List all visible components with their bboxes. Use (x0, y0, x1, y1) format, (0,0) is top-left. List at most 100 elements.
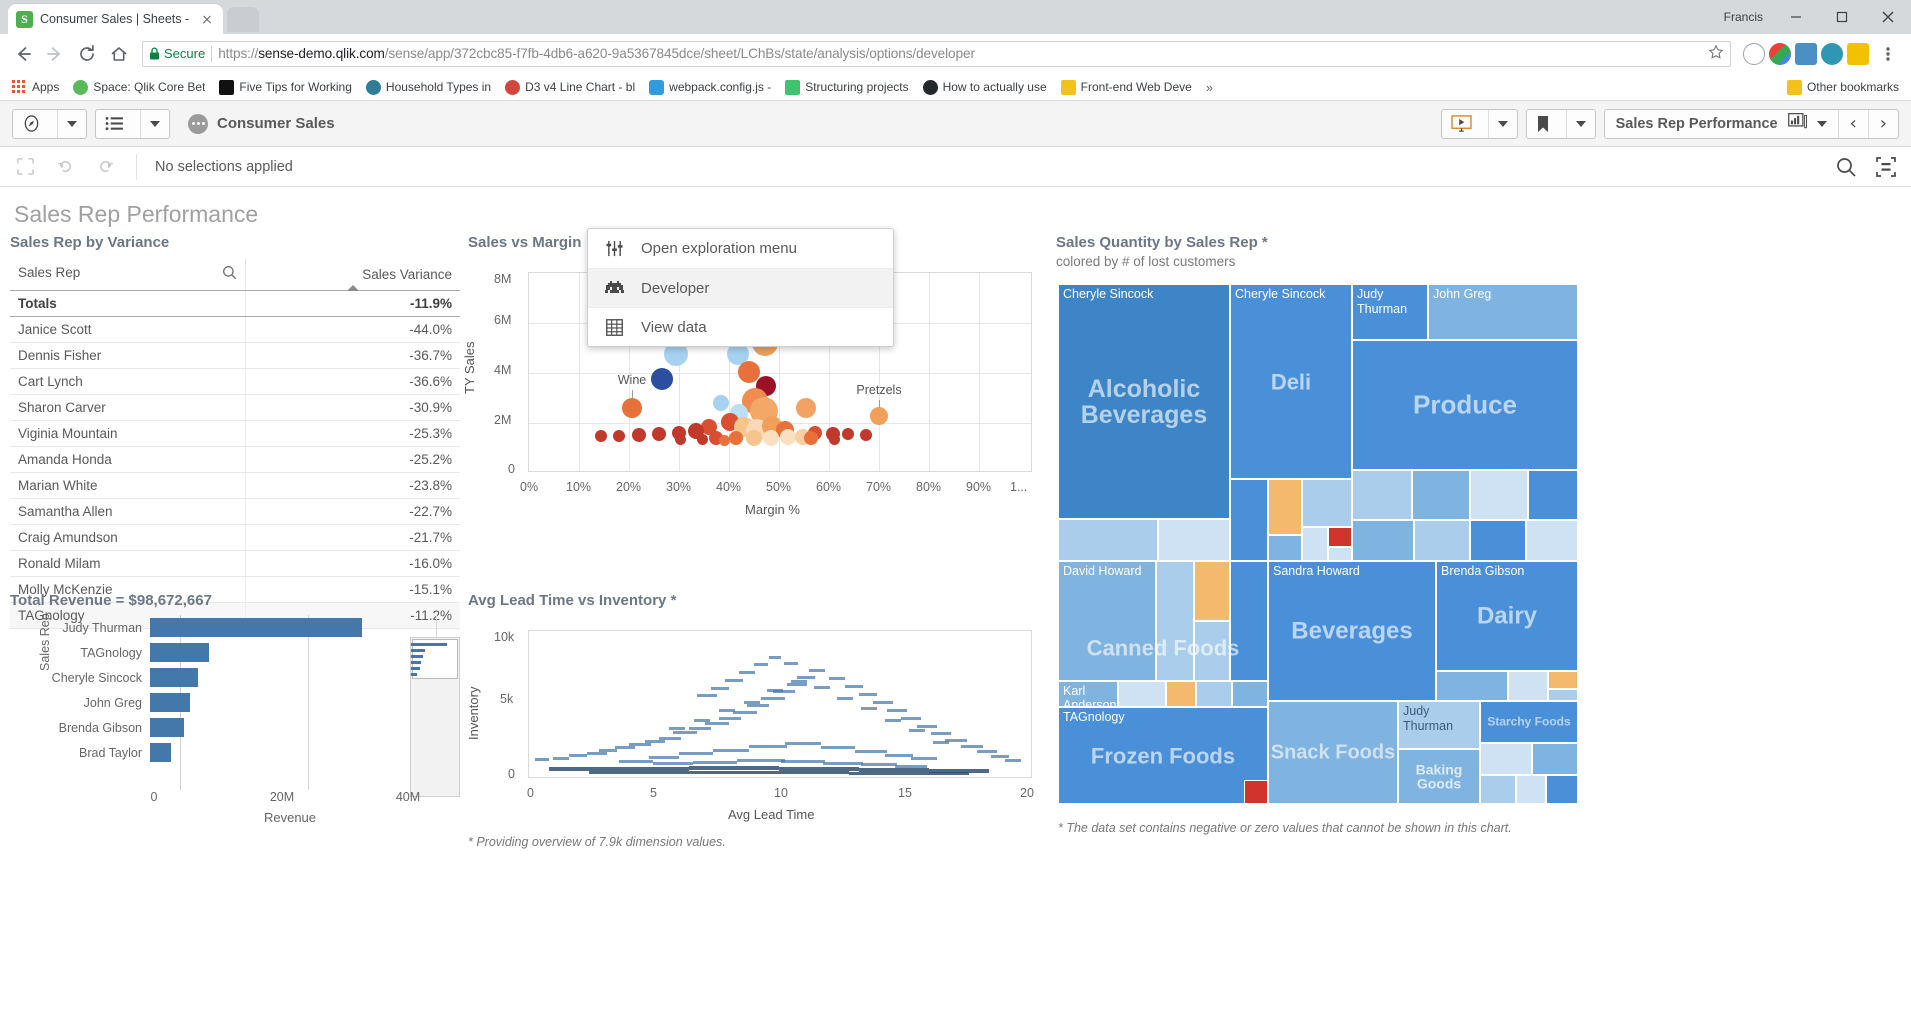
data-point[interactable] (763, 430, 779, 446)
treemap-tile[interactable] (1546, 775, 1578, 804)
cell-variance[interactable]: -21.7% (244, 524, 460, 551)
treemap-tile[interactable] (1158, 519, 1230, 561)
treemap-tile[interactable]: Produce (1352, 340, 1578, 470)
treemap-tile[interactable] (1548, 689, 1578, 701)
treemap-tile[interactable]: Canned Foods (1058, 614, 1268, 681)
data-point[interactable] (622, 398, 642, 418)
step-forward-icon[interactable] (92, 154, 118, 180)
chevron-down-icon[interactable] (1816, 120, 1827, 127)
chevron-down-icon[interactable] (1487, 109, 1517, 138)
treemap-tile[interactable]: Snack Foods (1268, 701, 1398, 804)
next-sheet-button[interactable]: › (1867, 109, 1898, 138)
chevron-down-icon[interactable] (1565, 109, 1595, 138)
treemap-tile[interactable] (1528, 470, 1578, 520)
treemap-tile[interactable]: TAGnology Frozen Foods (1058, 707, 1268, 804)
treemap-tile[interactable] (1118, 681, 1166, 707)
other-bookmarks-folder[interactable]: Other bookmarks (1781, 78, 1905, 97)
table-row[interactable]: Janice Scott -44.0% (10, 316, 460, 343)
close-icon[interactable] (199, 11, 215, 27)
treemap-tile[interactable]: Starchy Foods (1480, 701, 1578, 743)
treemap-tile[interactable] (1166, 681, 1196, 707)
bookmark-item[interactable]: Structuring projects (779, 78, 914, 97)
treemap-tile[interactable]: John Greg (1428, 284, 1578, 340)
cell-variance[interactable]: -44.0% (244, 316, 460, 343)
address-bar[interactable]: Secure https://sense-demo.qlik.com/sense… (142, 40, 1731, 67)
navigation-menu-button[interactable] (12, 108, 87, 139)
table-row[interactable]: Marian White -23.8% (10, 472, 460, 499)
data-point[interactable] (613, 430, 625, 442)
data-point[interactable] (746, 430, 762, 446)
bookmark-item[interactable]: D3 v4 Line Chart - bl (499, 78, 641, 97)
treemap-tile[interactable] (1516, 775, 1546, 804)
table-row[interactable]: Ronald Milam -16.0% (10, 550, 460, 577)
treemap-tile[interactable] (1508, 671, 1548, 701)
treemap-tile[interactable] (1480, 743, 1532, 775)
sheet-list-button[interactable] (95, 108, 170, 139)
treemap-tile[interactable]: Judy Thurman (1398, 701, 1480, 749)
storytelling-icon[interactable] (1442, 110, 1481, 138)
bar-row[interactable]: John Greg (40, 690, 460, 715)
bookmark-item[interactable]: Five Tips for Working (213, 78, 357, 97)
sheet-list-icon[interactable] (96, 110, 133, 138)
cell-sales-rep[interactable]: Dennis Fisher (10, 342, 246, 369)
treemap-tile[interactable] (1328, 527, 1352, 547)
bookmark-item[interactable]: Front-end Web Deve (1055, 78, 1198, 97)
treemap-tile[interactable] (1230, 479, 1268, 561)
bookmark-apps[interactable]: Apps (6, 78, 65, 97)
table-row[interactable]: Craig Amundson -21.7% (10, 524, 460, 551)
extension-colorful-icon[interactable] (1769, 42, 1791, 65)
column-header-sales-variance[interactable]: Sales Variance (244, 259, 460, 291)
bar[interactable] (150, 743, 171, 762)
user-profile-label[interactable]: Francis (1724, 10, 1763, 24)
bookmark-item[interactable]: How to actually use (917, 78, 1053, 97)
clear-selections-icon[interactable] (12, 154, 38, 180)
cell-sales-rep[interactable]: Marian White (10, 472, 246, 499)
treemap-tile[interactable] (1414, 520, 1470, 561)
table-row[interactable]: Amanda Honda -25.2% (10, 446, 460, 473)
bookmark-icon[interactable] (1527, 110, 1559, 138)
treemap-tile[interactable] (1328, 547, 1352, 561)
bar-chart-scrollbar[interactable] (410, 637, 460, 797)
data-point[interactable] (860, 429, 872, 441)
data-point[interactable] (829, 434, 840, 445)
sheet-selector[interactable]: Sales Rep Performance ‹ › (1603, 108, 1899, 139)
treemap-tile[interactable] (1470, 470, 1528, 520)
bar-row[interactable]: Cheryle Sincock (40, 665, 460, 690)
cell-sales-rep[interactable]: Cart Lynch (10, 368, 246, 395)
selections-tool-icon[interactable] (1873, 154, 1899, 180)
data-point[interactable] (713, 395, 729, 411)
treemap-tile[interactable] (1194, 561, 1230, 621)
cell-variance[interactable]: -30.9% (244, 394, 460, 421)
context-menu[interactable]: Open exploration menu Developer View dat… (587, 228, 894, 347)
chevron-down-icon[interactable] (57, 109, 86, 138)
cell-sales-rep[interactable]: Amanda Honda (10, 446, 246, 473)
treemap-tile[interactable]: Karl Anderson (1058, 681, 1118, 707)
cell-variance[interactable]: -36.7% (244, 342, 460, 369)
cell-sales-rep[interactable]: Craig Amundson (10, 524, 246, 551)
treemap-tile[interactable] (1436, 671, 1508, 701)
cell-variance[interactable]: -23.8% (244, 472, 460, 499)
data-point[interactable] (697, 434, 708, 445)
treemap-tile[interactable] (1302, 479, 1352, 527)
bar-row[interactable]: Brad Taylor (40, 740, 460, 765)
data-point[interactable] (780, 429, 796, 445)
search-icon[interactable] (1833, 154, 1859, 180)
cell-variance[interactable]: -22.7% (244, 498, 460, 525)
data-point[interactable] (842, 428, 854, 440)
bookmark-item[interactable]: webpack.config.js - (643, 78, 777, 97)
bookmarks-button[interactable] (1525, 108, 1596, 139)
treemap-tile[interactable] (1412, 470, 1470, 520)
treemap-tile[interactable]: Brenda Gibson Dairy (1436, 561, 1578, 671)
data-point[interactable] (804, 431, 818, 445)
step-back-icon[interactable] (52, 154, 78, 180)
cell-variance[interactable]: -36.6% (244, 368, 460, 395)
chevron-down-icon[interactable] (140, 109, 169, 138)
data-point[interactable] (632, 428, 646, 442)
bar-row[interactable]: TAGnology (40, 640, 460, 665)
treemap-tile[interactable] (1470, 520, 1526, 561)
data-point[interactable] (729, 431, 743, 445)
extension-blue-icon[interactable] (1795, 42, 1817, 65)
data-point[interactable] (595, 430, 607, 442)
cell-variance[interactable]: -16.0% (244, 550, 460, 577)
close-window-icon[interactable] (1865, 0, 1911, 34)
